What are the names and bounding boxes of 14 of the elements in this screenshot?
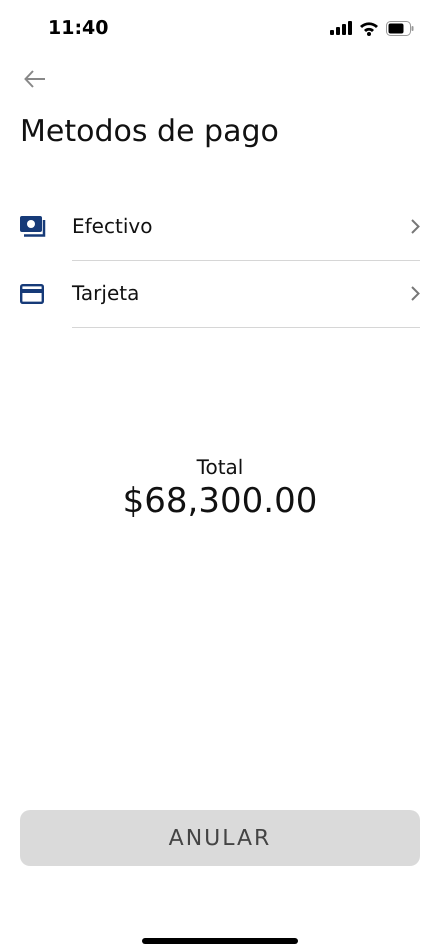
total-amount: $68,300.00 xyxy=(122,481,318,521)
credit-card-icon xyxy=(20,284,44,304)
payment-method-item[interactable]: Efectivo xyxy=(0,193,440,260)
payment-method-item[interactable]: Tarjeta xyxy=(0,260,440,327)
chevron-right-icon xyxy=(411,286,420,300)
status-time: 11:40 xyxy=(48,17,108,39)
chevron-right-icon xyxy=(411,218,420,234)
wifi-icon xyxy=(359,20,379,36)
battery-icon xyxy=(386,20,414,36)
page-title: Metodos de pago xyxy=(20,114,280,149)
signal-icon xyxy=(330,21,352,35)
cash-icon xyxy=(20,216,48,238)
back-arrow-icon xyxy=(24,70,46,88)
total-label: Total xyxy=(196,455,244,479)
